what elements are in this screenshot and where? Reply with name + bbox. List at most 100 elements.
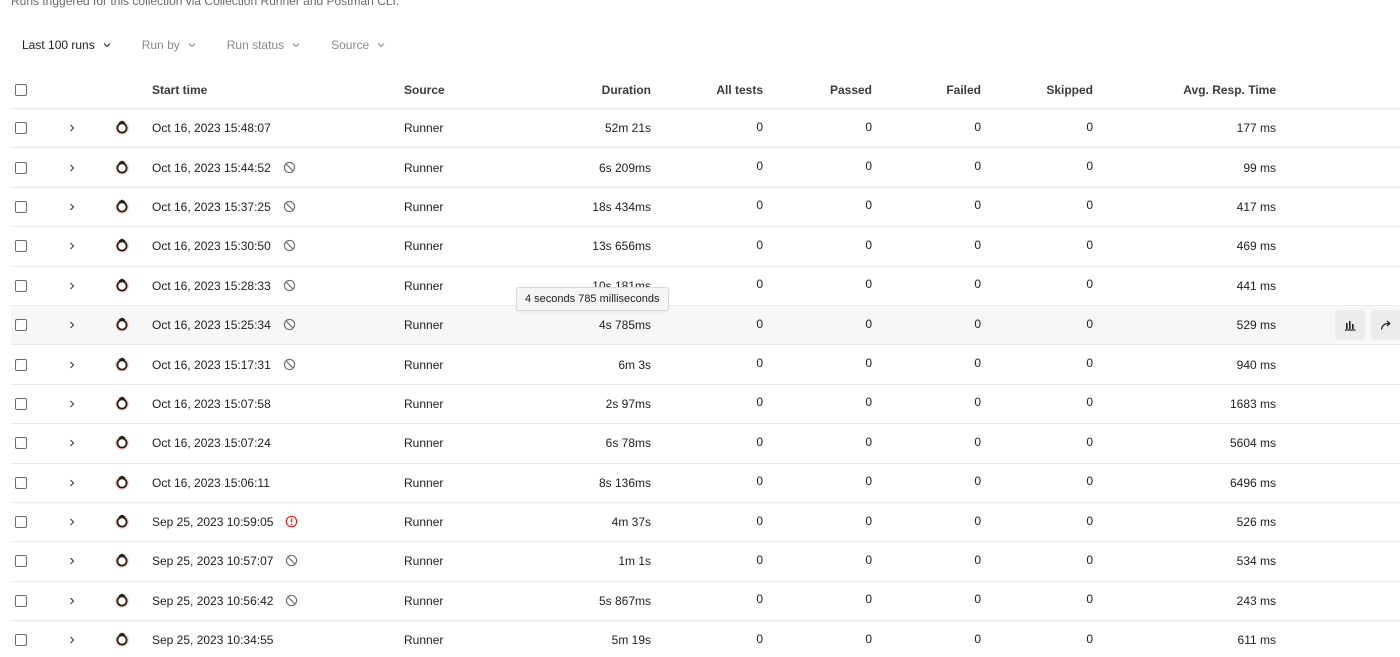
row-checkbox[interactable] xyxy=(15,516,27,529)
column-all-tests[interactable]: All tests xyxy=(671,72,763,108)
source-cell: Runner xyxy=(404,160,444,175)
all-tests-cell: 0 xyxy=(756,513,763,528)
row-select-cell xyxy=(15,582,29,620)
column-start-time[interactable]: Start time xyxy=(152,72,207,108)
filter-label: Run status xyxy=(226,38,285,52)
run-type-cell xyxy=(114,464,130,502)
view-report-button[interactable] xyxy=(1335,310,1365,341)
start-time-cell[interactable]: Oct 16, 2023 15:28:33 xyxy=(152,267,297,305)
avg-resp-time-cell: 243 ms xyxy=(1236,593,1276,608)
avg-resp-time-cell: 441 ms xyxy=(1236,278,1276,293)
row-checkbox[interactable] xyxy=(15,358,27,371)
column-avg-resp-time[interactable]: Avg. Resp. Time xyxy=(1151,72,1276,108)
table-row[interactable]: Oct 16, 2023 15:07:24 Runner 6s 78ms 0 0 0 0 56… xyxy=(11,424,1400,464)
select-all-cell xyxy=(15,72,29,108)
start-time-cell[interactable]: Sep 25, 2023 10:59:05 xyxy=(152,503,299,541)
runner-icon xyxy=(115,120,129,136)
failed-cell: 0 xyxy=(974,395,981,410)
table-row[interactable]: Sep 25, 2023 10:34:55 Runner 5m 19s 0 0 0 0 611… xyxy=(11,621,1400,657)
avg-resp-time-cell: 1683 ms xyxy=(1229,396,1276,411)
row-checkbox[interactable] xyxy=(15,319,27,332)
avg-resp-time-cell: 417 ms xyxy=(1236,199,1276,214)
start-time-cell[interactable]: Sep 25, 2023 10:57:07 xyxy=(152,542,299,580)
expand-row-button[interactable] xyxy=(67,109,79,147)
start-time-cell[interactable]: Oct 16, 2023 15:17:31 xyxy=(152,345,297,383)
row-checkbox[interactable] xyxy=(15,634,27,647)
stopped-icon xyxy=(283,318,295,331)
start-time-cell[interactable]: Oct 16, 2023 15:07:24 xyxy=(152,424,271,462)
expand-row-button[interactable] xyxy=(67,148,79,186)
start-time-cell[interactable]: Oct 16, 2023 15:30:50 xyxy=(152,227,297,265)
filter-last-runs[interactable]: Last 100 runs xyxy=(22,38,112,52)
filter-run-status[interactable]: Run status xyxy=(227,38,301,52)
avg-resp-time-cell: 177 ms xyxy=(1236,121,1276,136)
table-row[interactable]: Oct 16, 2023 15:28:33 Runner 10s 181ms 0 0 0 0… xyxy=(11,267,1400,306)
row-checkbox[interactable] xyxy=(15,240,27,253)
skipped-cell: 0 xyxy=(1086,159,1093,174)
start-time-cell[interactable]: Oct 16, 2023 15:37:25 xyxy=(152,188,297,226)
source-cell: Runner xyxy=(404,593,444,608)
avg-resp-time-cell: 469 ms xyxy=(1236,239,1276,254)
expand-row-button[interactable] xyxy=(67,227,79,265)
filter-source[interactable]: Source xyxy=(331,38,386,52)
row-checkbox[interactable] xyxy=(15,555,27,568)
stopped-icon-wrap xyxy=(283,200,297,214)
column-failed[interactable]: Failed xyxy=(891,72,981,108)
runner-icon xyxy=(115,278,129,293)
row-checkbox[interactable] xyxy=(15,161,27,174)
table-row[interactable]: Oct 16, 2023 15:44:52 Runner 6s 209ms 0 0 0 0 9… xyxy=(11,148,1400,188)
row-checkbox[interactable] xyxy=(15,279,27,292)
row-checkbox[interactable] xyxy=(15,122,27,135)
expand-row-button[interactable] xyxy=(67,542,79,580)
table-row[interactable]: Oct 16, 2023 15:25:34 Runner 4s 785ms 0 0 0 0 5… xyxy=(11,305,1400,346)
all-tests-cell: 0 xyxy=(756,631,763,646)
duration-cell: 1m 1s xyxy=(618,554,651,569)
expand-row-button[interactable] xyxy=(67,621,79,657)
duration-cell: 6s 78ms xyxy=(605,436,651,451)
select-all-checkbox[interactable] xyxy=(15,84,27,96)
start-time-cell[interactable]: Oct 16, 2023 15:44:52 xyxy=(152,148,297,186)
table-row[interactable]: Sep 25, 2023 10:56:42 Runner 5s 867ms 0 0 0 0 2… xyxy=(11,582,1400,622)
expand-row-button[interactable] xyxy=(67,464,79,502)
row-checkbox[interactable] xyxy=(15,594,27,607)
expand-row-button[interactable] xyxy=(67,424,79,462)
table-row[interactable]: Oct 16, 2023 15:48:07 Runner 52m 21s 0 0 0 0 17… xyxy=(11,109,1400,149)
row-select-cell xyxy=(15,542,29,580)
skipped-cell: 0 xyxy=(1086,119,1093,134)
expand-row-button[interactable] xyxy=(67,267,79,305)
row-checkbox[interactable] xyxy=(15,437,27,450)
all-tests-cell: 0 xyxy=(756,159,763,174)
table-row[interactable]: Oct 16, 2023 15:30:50 Runner 13s 656ms 0 0 0 0… xyxy=(11,227,1400,267)
start-time-cell[interactable]: Oct 16, 2023 15:06:11 xyxy=(152,464,270,502)
table-row[interactable]: Oct 16, 2023 15:17:31 Runner 6m 3s 0 0 0 0 940 … xyxy=(11,345,1400,385)
expand-row-button[interactable] xyxy=(67,306,79,344)
start-time-cell[interactable]: Oct 16, 2023 15:07:58 xyxy=(152,385,271,423)
column-passed[interactable]: Passed xyxy=(781,72,872,108)
start-time-cell[interactable]: Oct 16, 2023 15:25:34 xyxy=(152,306,297,344)
chevron-right-icon xyxy=(70,558,75,565)
expand-row-button[interactable] xyxy=(67,385,79,423)
all-tests-cell: 0 xyxy=(756,434,763,449)
row-checkbox[interactable] xyxy=(15,200,27,213)
row-checkbox[interactable] xyxy=(15,397,27,410)
table-row[interactable]: Oct 16, 2023 15:07:58 Runner 2s 97ms 0 0 0 0 16… xyxy=(11,385,1400,425)
table-row[interactable]: Oct 16, 2023 15:37:25 Runner 18s 434ms 0 0 0 0… xyxy=(11,188,1400,228)
expand-row-button[interactable] xyxy=(67,503,79,541)
row-checkbox[interactable] xyxy=(15,476,27,489)
passed-cell: 0 xyxy=(865,434,872,449)
table-row[interactable]: Oct 16, 2023 15:06:11 Runner 8s 136ms 0 0 0 0 6… xyxy=(11,464,1400,503)
share-run-button[interactable] xyxy=(1371,310,1400,341)
runner-icon xyxy=(115,396,129,411)
column-duration[interactable]: Duration xyxy=(551,72,651,108)
start-time-cell[interactable]: Sep 25, 2023 10:56:42 xyxy=(152,582,299,620)
column-source[interactable]: Source xyxy=(404,72,445,108)
start-time-cell[interactable]: Oct 16, 2023 15:48:07 xyxy=(152,109,271,147)
expand-row-button[interactable] xyxy=(67,188,79,226)
table-row[interactable]: Sep 25, 2023 10:59:05 Runner 4m 37s 0 0 0 0 526… xyxy=(11,503,1400,543)
table-row[interactable]: Sep 25, 2023 10:57:07 Runner 1m 1s 0 0 0 0 534 … xyxy=(11,542,1400,582)
column-skipped[interactable]: Skipped xyxy=(1001,72,1093,108)
expand-row-button[interactable] xyxy=(67,582,79,620)
start-time-cell[interactable]: Sep 25, 2023 10:34:55 xyxy=(152,621,273,657)
filter-run-by[interactable]: Run by xyxy=(142,38,197,52)
expand-row-button[interactable] xyxy=(67,345,79,383)
